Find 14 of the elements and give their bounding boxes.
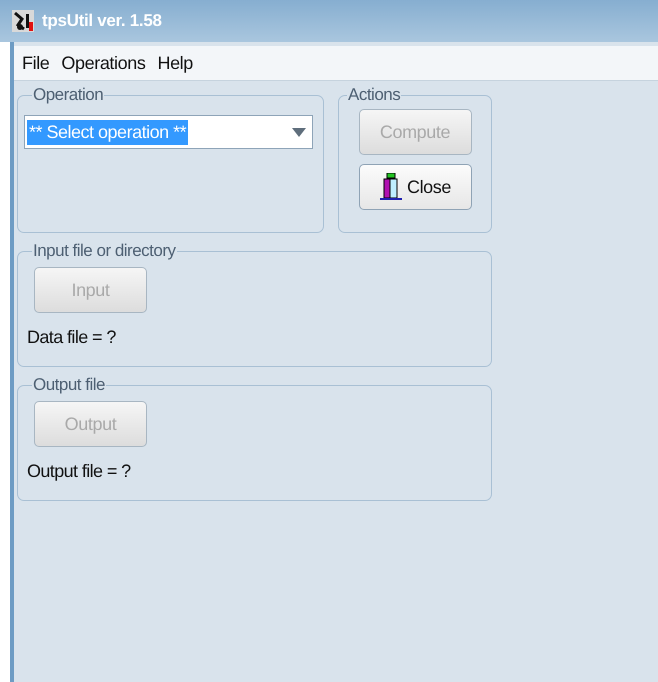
group-label: Output file (32, 375, 106, 395)
menu-item[interactable]: Help (157, 52, 193, 74)
file-status-text: Data file = ? (27, 327, 117, 348)
exit-door-icon (378, 173, 403, 201)
menu-item[interactable]: Operations (61, 52, 146, 74)
app-logo-icon (12, 10, 34, 32)
group-label: Actions (347, 85, 402, 105)
file-status-text: Output file = ? (27, 461, 132, 482)
close-button[interactable]: Close (358, 164, 472, 210)
window-title: tpsUtil ver. 1.58 (42, 11, 162, 31)
menu-item[interactable]: File (22, 52, 50, 74)
dropdown-arrow-icon[interactable] (292, 128, 306, 136)
group-label: Operation (32, 85, 104, 105)
group-label: Input file or directory (32, 241, 177, 261)
